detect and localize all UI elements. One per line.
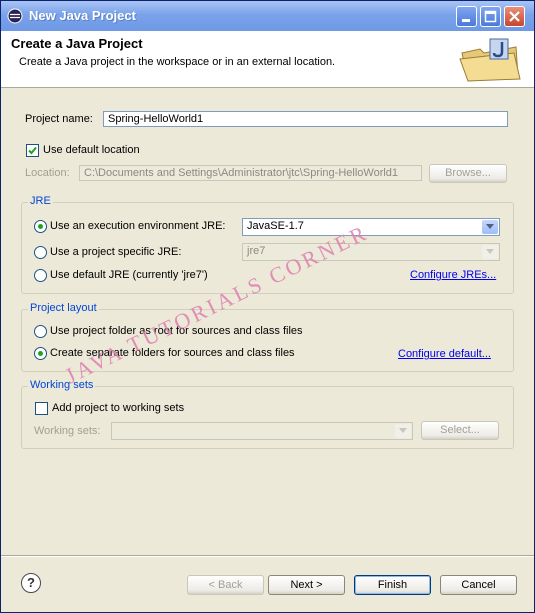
exec-env-jre-select[interactable]: JavaSE-1.7 (242, 218, 500, 236)
dropdown-button-disabled[interactable] (395, 424, 411, 438)
project-name-input[interactable]: Spring-HelloWorld1 (103, 111, 508, 127)
maximize-button[interactable] (480, 6, 501, 27)
exec-env-jre-radio[interactable] (34, 220, 47, 233)
dropdown-button-disabled[interactable] (482, 245, 498, 259)
location-input[interactable]: C:\Documents and Settings\Administrator\… (79, 165, 422, 181)
working-sets-label: Working sets: (34, 425, 101, 437)
radio-selected-dot (38, 351, 43, 356)
chevron-down-icon (486, 249, 494, 254)
separate-folders-radio[interactable] (34, 347, 47, 360)
page-description: Create a Java project in the workspace o… (19, 56, 336, 68)
project-specific-jre-radio[interactable] (34, 246, 47, 259)
checkmark-icon (28, 146, 37, 155)
dropdown-button[interactable] (482, 220, 498, 234)
finish-button[interactable]: Finish (354, 575, 431, 595)
location-label: Location: (25, 167, 70, 179)
title-bar[interactable]: New Java Project (1, 1, 534, 31)
new-java-project-window: New Java Project Create a Java Project C… (0, 0, 535, 613)
add-to-working-sets-checkbox[interactable] (35, 402, 48, 415)
close-icon (509, 11, 520, 22)
exec-env-jre-value: JavaSE-1.7 (247, 220, 304, 232)
folder-root-radio[interactable] (34, 325, 47, 338)
radio-selected-dot (38, 224, 43, 229)
add-to-working-sets-label: Add project to working sets (52, 402, 185, 414)
use-default-location-checkbox[interactable] (26, 144, 39, 157)
cancel-button[interactable]: Cancel (440, 575, 517, 595)
back-button[interactable]: < Back (187, 575, 264, 595)
window-title: New Java Project (29, 8, 136, 23)
help-icon[interactable]: ? (21, 573, 41, 593)
exec-env-jre-label: Use an execution environment JRE: (50, 220, 226, 232)
default-jre-radio[interactable] (34, 269, 47, 282)
chevron-down-icon (486, 224, 494, 229)
maximize-icon (484, 10, 497, 23)
java-project-folder-icon (459, 38, 521, 82)
configure-default-link[interactable]: Configure default... (398, 348, 491, 360)
configure-jres-link[interactable]: Configure JREs... (410, 269, 496, 281)
minimize-icon (462, 19, 470, 22)
close-button[interactable] (504, 6, 525, 27)
use-default-location-label: Use default location (43, 144, 140, 156)
jre-group-title: JRE (28, 195, 53, 207)
next-button[interactable]: Next > (268, 575, 345, 595)
working-sets-select[interactable] (111, 422, 413, 440)
chevron-down-icon (399, 428, 407, 433)
project-layout-group-title: Project layout (28, 302, 99, 314)
default-jre-label: Use default JRE (currently 'jre7') (50, 269, 208, 281)
project-specific-jre-label: Use a project specific JRE: (50, 246, 182, 258)
page-title: Create a Java Project (11, 36, 143, 51)
browse-button[interactable]: Browse... (429, 164, 507, 183)
eclipse-icon (7, 8, 23, 24)
project-specific-jre-value: jre7 (247, 245, 266, 257)
select-working-sets-button[interactable]: Select... (421, 421, 499, 440)
wizard-header: Create a Java Project Create a Java proj… (1, 31, 534, 88)
footer-separator (1, 555, 534, 557)
minimize-button[interactable] (456, 6, 477, 27)
project-name-label: Project name: (25, 113, 93, 125)
